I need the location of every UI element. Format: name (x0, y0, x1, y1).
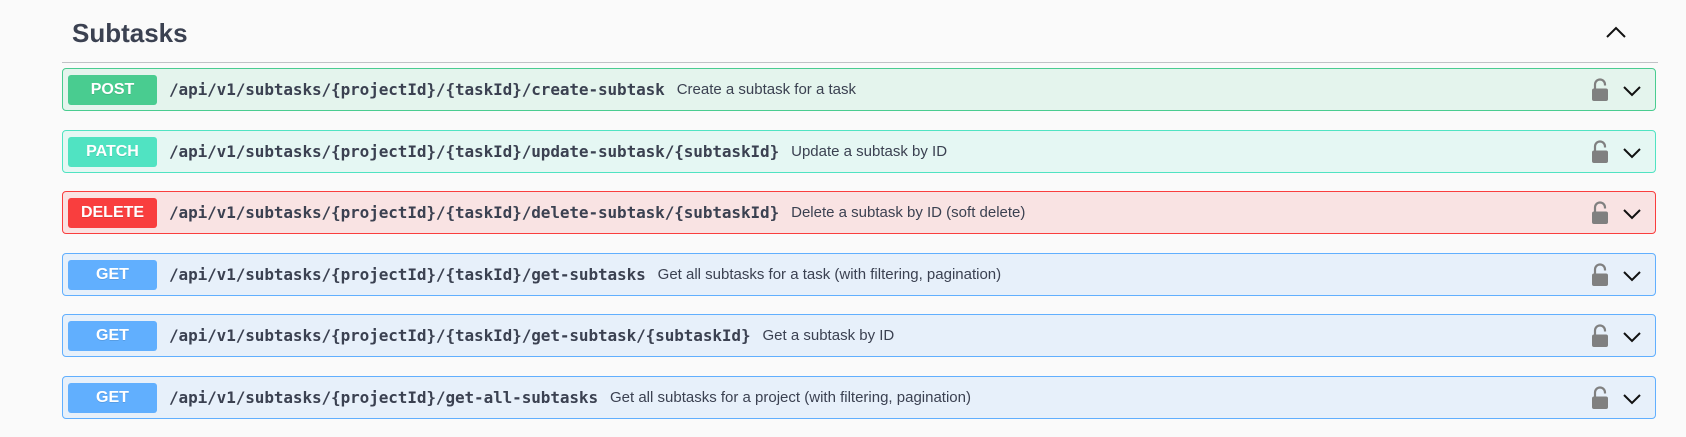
operation-delete-subtask[interactable]: DELETE /api/v1/subtasks/{projectId}/{tas… (62, 191, 1656, 234)
unlocked-padlock-icon[interactable] (1591, 78, 1609, 102)
chevron-down-icon[interactable] (1621, 80, 1643, 102)
endpoint-summary: Get a subtask by ID (762, 327, 895, 344)
chevron-up-icon[interactable] (1602, 18, 1630, 46)
endpoint-summary: Update a subtask by ID (791, 143, 948, 160)
method-badge: GET (68, 259, 157, 290)
section-title: Subtasks (72, 17, 188, 48)
operation-create-subtask[interactable]: POST /api/v1/subtasks/{projectId}/{taskI… (62, 68, 1656, 111)
method-badge: DELETE (68, 197, 157, 228)
chevron-down-icon[interactable] (1621, 326, 1643, 348)
endpoint-summary: Create a subtask for a task (676, 81, 856, 98)
endpoint-path: /api/v1/subtasks/{projectId}/get-all-sub… (169, 388, 598, 407)
unlocked-padlock-icon[interactable] (1591, 201, 1609, 225)
endpoint-path: /api/v1/subtasks/{projectId}/{taskId}/de… (169, 203, 780, 222)
subtasks-section: Subtasks POST /api/v1/subtasks/{projectI… (62, 0, 1658, 419)
method-badge: GET (68, 320, 157, 351)
endpoint-summary: Get all subtasks for a project (with fil… (609, 389, 971, 406)
endpoint-path: /api/v1/subtasks/{projectId}/{taskId}/cr… (169, 80, 665, 99)
endpoint-path: /api/v1/subtasks/{projectId}/{taskId}/ge… (169, 265, 646, 284)
operation-get-subtask[interactable]: GET /api/v1/subtasks/{projectId}/{taskId… (62, 314, 1656, 357)
endpoint-path: /api/v1/subtasks/{projectId}/{taskId}/ge… (169, 326, 751, 345)
unlocked-padlock-icon[interactable] (1591, 263, 1609, 287)
endpoint-path: /api/v1/subtasks/{projectId}/{taskId}/up… (169, 142, 780, 161)
operation-get-subtasks[interactable]: GET /api/v1/subtasks/{projectId}/{taskId… (62, 253, 1656, 296)
endpoint-summary: Get all subtasks for a task (with filter… (657, 266, 1002, 283)
unlocked-padlock-icon[interactable] (1591, 324, 1609, 348)
unlocked-padlock-icon[interactable] (1591, 386, 1609, 410)
endpoint-summary: Delete a subtask by ID (soft delete) (791, 204, 1026, 221)
operation-update-subtask[interactable]: PATCH /api/v1/subtasks/{projectId}/{task… (62, 130, 1656, 173)
chevron-down-icon[interactable] (1621, 265, 1643, 287)
unlocked-padlock-icon[interactable] (1591, 140, 1609, 164)
method-badge: PATCH (68, 136, 157, 167)
chevron-down-icon[interactable] (1621, 142, 1643, 164)
chevron-down-icon[interactable] (1621, 203, 1643, 225)
operation-get-all-subtasks[interactable]: GET /api/v1/subtasks/{projectId}/get-all… (62, 376, 1656, 419)
section-header[interactable]: Subtasks (62, 0, 1658, 63)
chevron-down-icon[interactable] (1621, 388, 1643, 410)
method-badge: GET (68, 382, 157, 413)
method-badge: POST (68, 74, 157, 105)
